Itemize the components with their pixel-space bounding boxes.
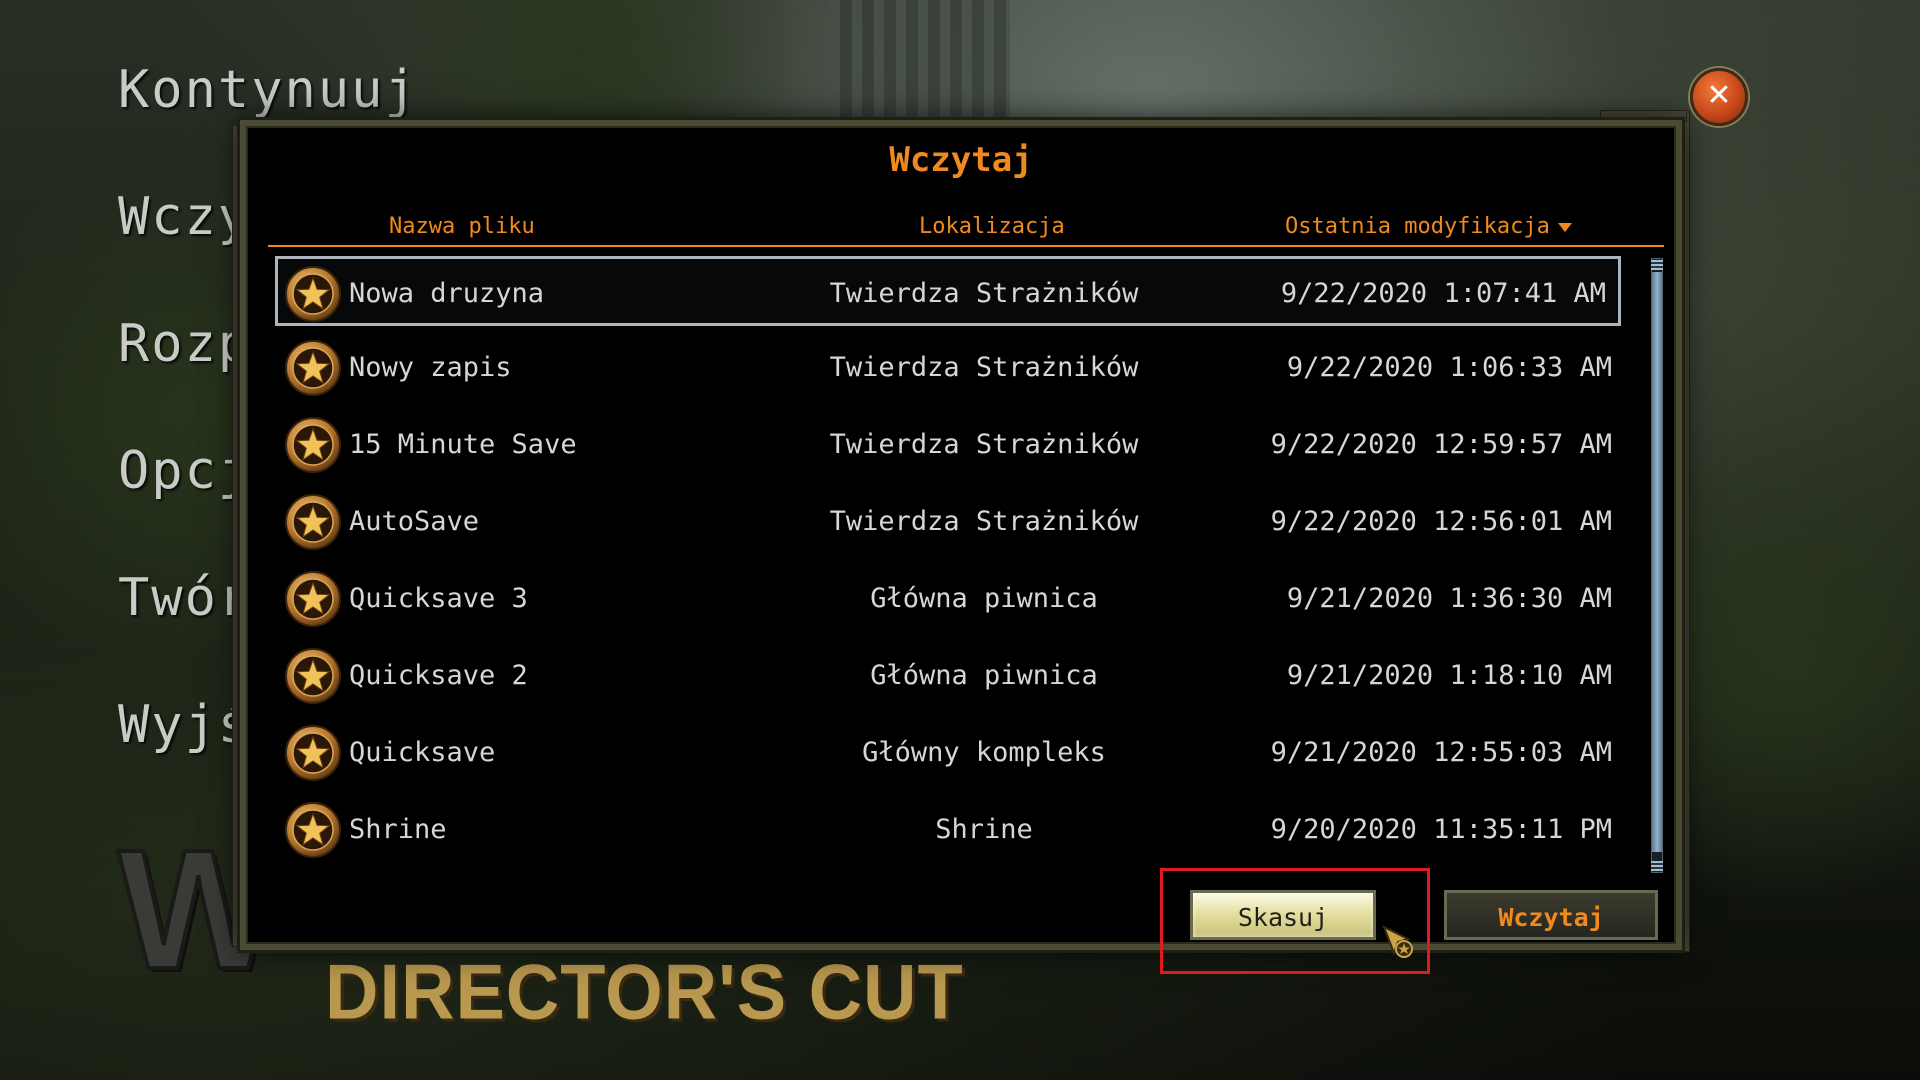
save-modified-date: 9/21/2020 1:36:30 AM — [1286, 583, 1612, 614]
save-name: AutoSave — [349, 506, 480, 537]
save-row[interactable]: Shrine Shrine 9/20/2020 11:35:11 PM — [278, 795, 1624, 865]
load-dialog: Wczytaj Nazwa pliku Lokalizacja Ostatnia… — [240, 120, 1682, 950]
sort-desc-arrow-icon — [1557, 222, 1572, 232]
save-modified-date: 9/22/2020 12:59:57 AM — [1270, 429, 1612, 460]
column-header-modified-label: Ostatnia modyfikacja — [1285, 214, 1550, 239]
save-list: Nowa druzyna Twierdza Strażników 9/22/2020… — [275, 256, 1624, 858]
save-row[interactable]: Quicksave 2 Główna piwnica 9/21/2020 1:18:… — [278, 641, 1624, 711]
save-location: Shrine — [935, 814, 1033, 845]
save-location: Twierdza Strażników — [829, 429, 1139, 460]
ranger-star-badge-icon — [285, 725, 341, 781]
game-logo-subtitle: DIRECTOR'S CUT — [325, 947, 964, 1036]
save-location: Główna piwnica — [870, 583, 1098, 614]
dialog-title: Wczytaj — [889, 140, 1033, 180]
save-name: Quicksave 3 — [349, 583, 528, 614]
save-row[interactable]: AutoSave Twierdza Strażników 9/22/2020 12:… — [278, 487, 1624, 557]
save-modified-date: 9/21/2020 1:18:10 AM — [1286, 660, 1612, 691]
ranger-star-badge-icon — [285, 571, 341, 627]
save-modified-date: 9/20/2020 11:35:11 PM — [1270, 814, 1612, 845]
scrollbar-top-cap — [1651, 260, 1663, 270]
save-row[interactable]: Nowa druzyna Twierdza Strażników 9/22/2020… — [275, 256, 1621, 326]
menu-item-continue[interactable]: Kontynuuj — [118, 60, 418, 120]
ranger-star-badge-icon — [285, 340, 341, 396]
save-row[interactable]: Nowy zapis Twierdza Strażników 9/22/2020 1… — [278, 333, 1624, 403]
scrollbar-thumb[interactable] — [1652, 272, 1662, 852]
save-location: Twierdza Strażników — [829, 278, 1139, 309]
save-location: Główny kompleks — [862, 737, 1106, 768]
save-location: Twierdza Strażników — [829, 506, 1139, 537]
load-button[interactable]: Wczytaj — [1444, 890, 1658, 940]
save-row[interactable]: Quicksave Główny kompleks 9/21/2020 12:55:… — [278, 718, 1624, 788]
header-divider — [268, 245, 1664, 247]
save-modified-date: 9/22/2020 1:06:33 AM — [1286, 352, 1612, 383]
save-row[interactable]: Quicksave 3 Główna piwnica 9/21/2020 1:36:… — [278, 564, 1624, 634]
ranger-star-badge-icon — [285, 802, 341, 858]
ranger-star-badge-icon — [285, 494, 341, 550]
save-name: 15 Minute Save — [349, 429, 577, 460]
column-header-filename[interactable]: Nazwa pliku — [389, 214, 535, 239]
save-location: Główna piwnica — [870, 660, 1098, 691]
ranger-star-badge-icon — [285, 266, 341, 322]
save-modified-date: 9/22/2020 1:07:41 AM — [1280, 278, 1606, 309]
ranger-star-badge-icon — [285, 648, 341, 704]
save-name: Nowy zapis — [349, 352, 512, 383]
game-screen: Kontynuuj Wczy Rozp Opcj Twór Wyjś W DIR… — [0, 0, 1920, 1080]
save-name: Quicksave — [349, 737, 496, 768]
save-row[interactable]: 15 Minute Save Twierdza Strażników 9/22/20… — [278, 410, 1624, 480]
scrollbar-bottom-cap — [1651, 861, 1663, 871]
close-icon[interactable]: ✕ — [1690, 68, 1748, 126]
save-list-scrollbar[interactable] — [1646, 258, 1668, 873]
column-header-modified[interactable]: Ostatnia modyfikacja — [1285, 214, 1572, 239]
save-modified-date: 9/22/2020 12:56:01 AM — [1270, 506, 1612, 537]
save-modified-date: 9/21/2020 12:55:03 AM — [1270, 737, 1612, 768]
save-name: Shrine — [349, 814, 447, 845]
save-name: Quicksave 2 — [349, 660, 528, 691]
column-header-location[interactable]: Lokalizacja — [919, 214, 1065, 239]
ranger-star-badge-icon — [285, 417, 341, 473]
save-location: Twierdza Strażników — [829, 352, 1139, 383]
mouse-pointer-icon — [1382, 925, 1413, 958]
save-name: Nowa druzyna — [349, 278, 545, 309]
